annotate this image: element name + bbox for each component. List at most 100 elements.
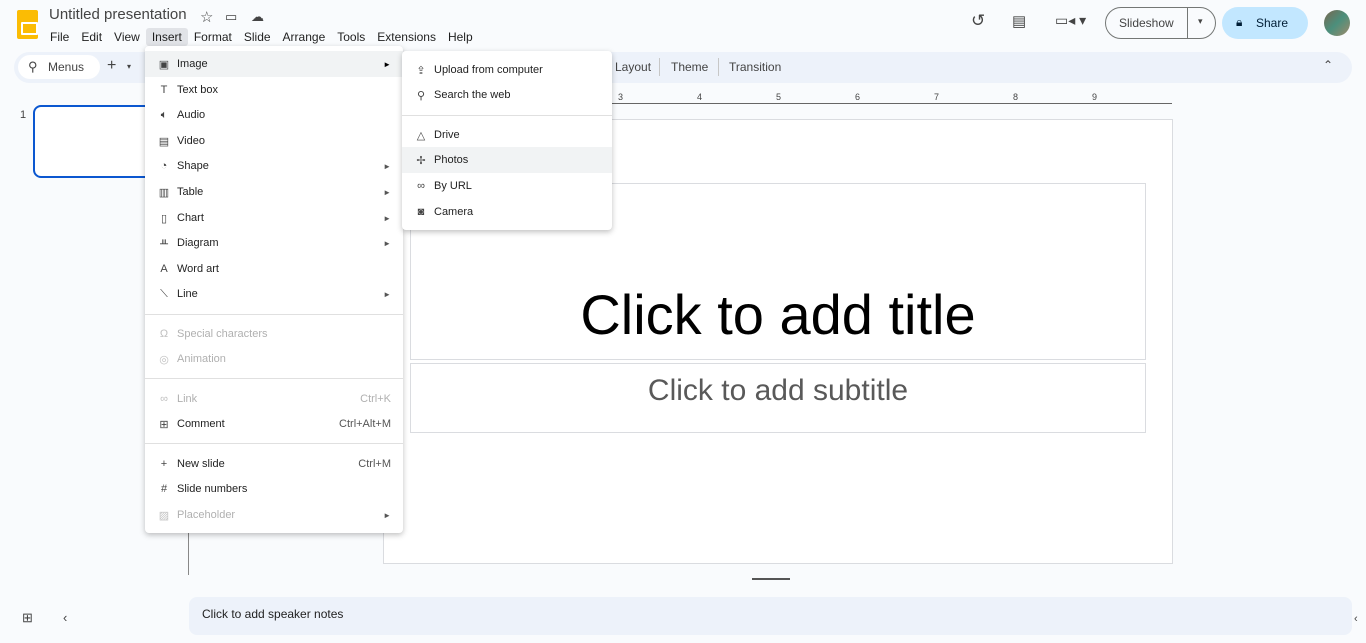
slideshow-button[interactable]: Slideshow ▾ (1105, 7, 1216, 39)
share-button[interactable]: 🔒︎ Share (1222, 7, 1308, 39)
ruler-number: 8 (1013, 92, 1019, 102)
menu-arrange[interactable]: Arrange (277, 28, 332, 46)
menu-item-diagram[interactable]: ᚇ Diagram ► (145, 230, 403, 256)
menu-item-search-the-web[interactable]: ⚲ Search the web (402, 82, 612, 108)
menu-item-shape[interactable]: ◔ Shape ► (145, 153, 403, 179)
menu-item-label: Camera (434, 206, 474, 218)
camera-icon: ◙ (417, 206, 425, 218)
layout-button[interactable]: Layout (615, 60, 651, 74)
menu-item-label: Upload from computer (434, 64, 543, 76)
menu-separator (145, 443, 403, 444)
menu-item-placeholder[interactable]: ▨ Placeholder ► (145, 502, 403, 528)
menu-item-label: Shape (177, 160, 209, 172)
comments-icon[interactable]: ▤ (1012, 12, 1026, 30)
menu-item-animation[interactable]: ◎ Animation (145, 346, 403, 372)
subtitle-placeholder[interactable]: Click to add subtitle (410, 363, 1146, 433)
menu-insert[interactable]: Insert (145, 28, 188, 46)
menu-item-table[interactable]: ▥ Table ► (145, 179, 403, 205)
move-folder-icon[interactable]: ▭ (225, 9, 237, 25)
title-text: Click to add title (580, 283, 976, 346)
divider (659, 58, 660, 76)
menu-item-drive[interactable]: △ Drive (402, 122, 612, 148)
menu-edit[interactable]: Edit (75, 28, 108, 46)
menu-format[interactable]: Format (188, 28, 238, 46)
comment-icon: ⊞ (159, 418, 169, 431)
menu-item-audio[interactable]: 🔈︎ Audio (145, 102, 403, 128)
chart-icon: ▯ (160, 212, 168, 225)
menu-item-special-characters[interactable]: Ω Special characters (145, 321, 403, 347)
menu-item-text-box[interactable]: T Text box (145, 77, 403, 103)
transition-button[interactable]: Transition (729, 60, 781, 74)
menu-item-label: Video (177, 135, 205, 147)
ruler-number: 3 (618, 92, 624, 102)
expand-side-panel-icon[interactable]: ‹ (1354, 613, 1358, 625)
link-icon: ∞ (160, 393, 168, 405)
menu-extensions[interactable]: Extensions (371, 28, 442, 46)
slide-thumbnail[interactable] (33, 105, 153, 178)
star-icon[interactable]: ☆ (200, 8, 213, 26)
menu-view[interactable]: View (108, 28, 146, 46)
drive-icon: △ (416, 129, 426, 142)
image-submenu: ⇪ Upload from computer ⚲ Search the web △ Dri… (402, 51, 612, 230)
menu-item-chart[interactable]: ▯ Chart ► (145, 205, 403, 231)
menu-slide[interactable]: Slide (238, 28, 277, 46)
menu-item-photos[interactable]: ✢ Photos (402, 147, 612, 173)
document-title[interactable]: Untitled presentation (49, 6, 187, 23)
shortcut: Ctrl+Alt+M (339, 418, 391, 430)
placeholder-icon: ▨ (158, 509, 170, 522)
menu-item-label: Chart (177, 212, 204, 224)
ruler-number: 4 (697, 92, 703, 102)
horizontal-ruler (612, 103, 1172, 104)
menu-item-word-art[interactable]: A Word art (145, 256, 403, 282)
menu-item-label: New slide (177, 458, 225, 470)
menu-item-label: Image (177, 58, 208, 70)
share-label: Share (1256, 16, 1289, 30)
cloud-status-icon[interactable]: ☁ (251, 9, 264, 25)
menu-item-label: Photos (434, 154, 469, 166)
submenu-arrow-icon: ► (383, 289, 391, 299)
menu-item-label: Placeholder (177, 509, 236, 521)
collapse-toolbar-icon[interactable]: ⌃ (1323, 58, 1333, 72)
audio-icon: 🔈︎ (160, 108, 168, 121)
menu-item-link[interactable]: ∞ Link Ctrl+K (145, 386, 403, 412)
version-history-icon[interactable]: ↺ (971, 11, 985, 31)
new-slide-dropdown-icon[interactable]: ▾ (127, 62, 131, 71)
menu-item-label: Link (177, 393, 198, 405)
menu-item-video[interactable]: ▤ Video (145, 128, 403, 154)
menu-help[interactable]: Help (442, 28, 479, 46)
avatar[interactable] (1324, 10, 1350, 36)
menu-file[interactable]: File (44, 28, 75, 46)
link-icon: ∞ (417, 180, 425, 192)
slideshow-dropdown-icon[interactable]: ▾ (1198, 16, 1203, 27)
menu-item-label: By URL (434, 180, 472, 192)
grid-view-icon[interactable]: ⊞ (22, 610, 33, 626)
slides-logo[interactable] (17, 10, 38, 39)
collapse-filmstrip-icon[interactable]: ‹ (63, 610, 67, 625)
new-slide-plus-icon[interactable]: + (107, 57, 116, 75)
menu-item-label: Comment (177, 418, 225, 430)
menu-item-image[interactable]: ▣ Image ► (145, 51, 403, 77)
menu-item-upload-from-computer[interactable]: ⇪ Upload from computer (402, 57, 612, 83)
speaker-notes[interactable]: Click to add speaker notes (189, 597, 1352, 635)
slideshow-label: Slideshow (1119, 16, 1174, 30)
notes-resize-handle[interactable] (752, 578, 790, 580)
meet-icon[interactable]: ▭◂ ▾ (1055, 12, 1086, 29)
menu-item-new-slide[interactable]: + New slide Ctrl+M (145, 451, 403, 477)
theme-button[interactable]: Theme (671, 60, 708, 74)
diagram-icon: ᚇ (160, 237, 168, 250)
menu-item-slide-numbers[interactable]: # Slide numbers (145, 476, 403, 502)
menu-item-label: Table (177, 186, 204, 198)
menus-search[interactable]: ⚲ Menus (18, 55, 100, 79)
menu-item-label: Animation (177, 353, 226, 365)
submenu-arrow-icon: ► (383, 510, 391, 520)
animation-icon: ◎ (159, 353, 169, 366)
menu-item-label: Diagram (177, 237, 219, 249)
menu-separator (145, 314, 403, 315)
menu-item-camera[interactable]: ◙ Camera (402, 199, 612, 225)
menu-tools[interactable]: Tools (331, 28, 371, 46)
ruler-number: 5 (776, 92, 782, 102)
menu-item-by-url[interactable]: ∞ By URL (402, 173, 612, 199)
submenu-arrow-icon: ► (383, 238, 391, 248)
menu-item-comment[interactable]: ⊞ Comment Ctrl+Alt+M (145, 411, 403, 437)
menu-item-line[interactable]: ⟍ Line ► (145, 281, 403, 307)
